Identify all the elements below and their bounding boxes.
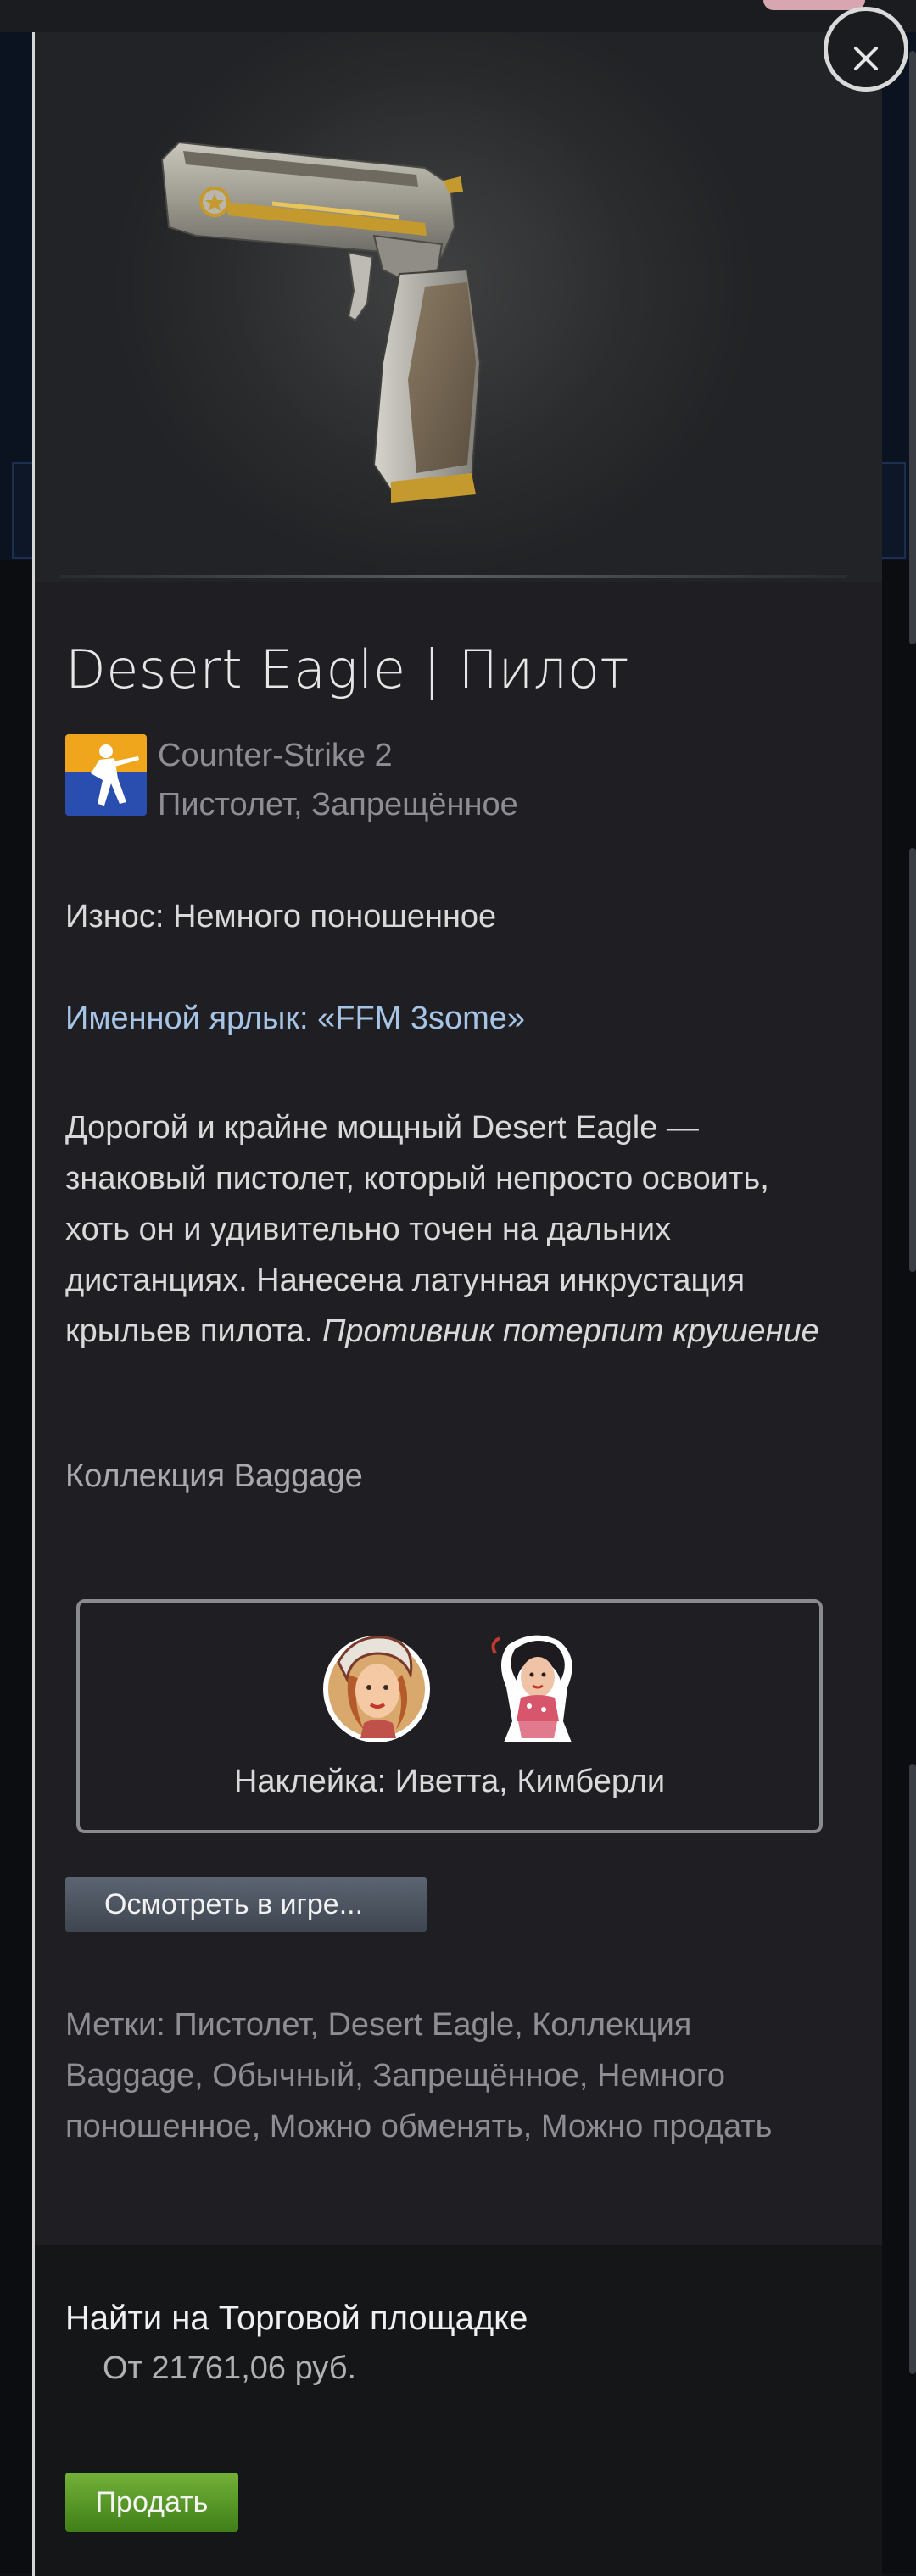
sell-button[interactable]: Продать xyxy=(65,2473,238,2532)
scrollbar-thumb[interactable] xyxy=(909,848,916,1272)
desert-eagle-image xyxy=(160,141,482,503)
hero-divider xyxy=(59,575,847,578)
market-price: От 21761,06 руб. xyxy=(103,2350,357,2386)
counter-strike-icon xyxy=(65,734,147,816)
item-name-tag: Именной ярлык: «FFM 3some» xyxy=(65,1001,526,1036)
sticker-kimberly-image[interactable] xyxy=(483,1628,593,1747)
item-collection: Коллекция Baggage xyxy=(65,1458,363,1494)
user-avatar[interactable] xyxy=(763,0,865,10)
item-type: Пистолет, Запрещённое xyxy=(158,787,518,822)
item-details-panel: Desert Eagle | Пилот Counter-Strike 2 Пи… xyxy=(32,7,908,2576)
item-description: Дорогой и крайне мощный Desert Eagle — з… xyxy=(65,1102,829,1357)
game-name: Counter-Strike 2 xyxy=(158,738,393,773)
market-title: Найти на Торговой площадке xyxy=(65,2300,528,2337)
item-image-area xyxy=(35,32,882,582)
background-card-edge xyxy=(882,462,906,559)
item-wear: Износ: Немного поношенное xyxy=(65,899,497,934)
close-button[interactable] xyxy=(824,7,908,92)
background-left-lower xyxy=(0,560,32,2573)
inspect-in-game-button[interactable]: Осмотреть в игре... xyxy=(65,1877,427,1932)
item-title: Desert Eagle | Пилот xyxy=(65,638,629,700)
scrollbar-thumb[interactable] xyxy=(909,1764,916,2374)
sticker-yvette-image[interactable] xyxy=(321,1628,432,1747)
description-italic: Противник потерпит крушение xyxy=(321,1313,819,1349)
background-card-edge xyxy=(12,462,34,559)
close-icon xyxy=(854,47,878,70)
market-section: Найти на Торговой площадке От 21761,06 р… xyxy=(35,2245,882,2576)
item-tags: Метки: Пистолет, Desert Eagle, Коллекция… xyxy=(65,2007,773,2144)
sticker-box: Наклейка: Иветта, Кимберли xyxy=(76,1599,823,1833)
sticker-label: Наклейка: Иветта, Кимберли xyxy=(233,1764,666,1799)
scrollbar-thumb[interactable] xyxy=(909,51,916,644)
